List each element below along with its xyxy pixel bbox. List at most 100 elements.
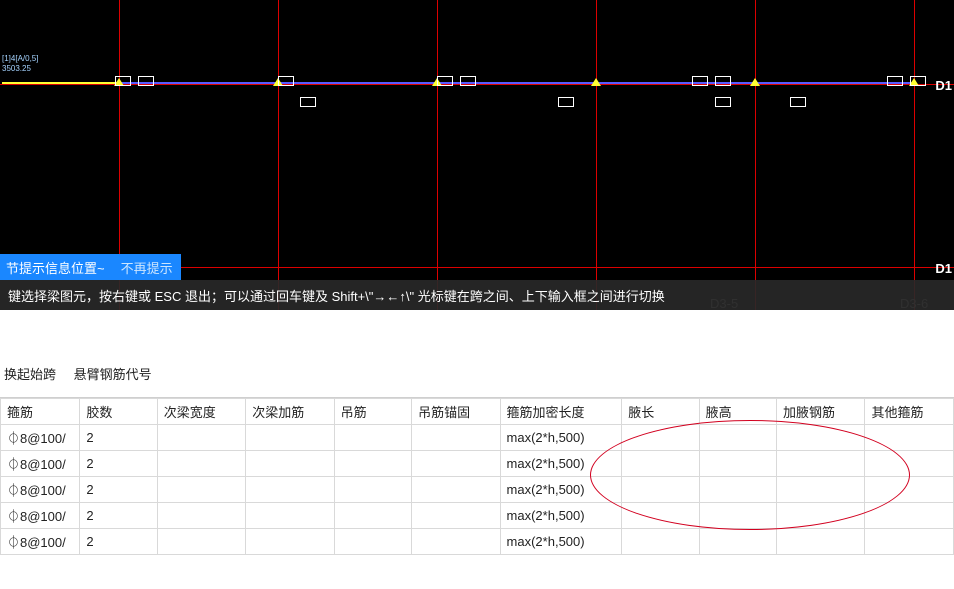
col-header[interactable]: 吊筋锚固 bbox=[412, 399, 500, 425]
cell[interactable] bbox=[622, 425, 699, 451]
cell[interactable]: 2 bbox=[80, 477, 157, 503]
bolt-icon bbox=[460, 76, 476, 86]
bolt-icon bbox=[715, 97, 731, 107]
cell[interactable] bbox=[777, 529, 865, 555]
bolt-icon bbox=[558, 97, 574, 107]
cell[interactable] bbox=[412, 425, 500, 451]
cell[interactable] bbox=[412, 451, 500, 477]
grid-vline bbox=[278, 0, 279, 310]
cell[interactable] bbox=[157, 477, 245, 503]
bolt-icon bbox=[887, 76, 903, 86]
bolt-icon bbox=[278, 76, 294, 86]
cell[interactable] bbox=[412, 477, 500, 503]
cad-canvas[interactable]: [1]4[A/0,5] 3503.25 D1 D1 节提示信息位置~ 不再提示 … bbox=[0, 0, 954, 310]
cell[interactable]: 2 bbox=[80, 425, 157, 451]
bolt-icon bbox=[138, 76, 154, 86]
cell[interactable] bbox=[865, 425, 954, 451]
cell[interactable]: max(2*h,500) bbox=[500, 451, 622, 477]
cell[interactable] bbox=[157, 451, 245, 477]
col-header[interactable]: 次梁宽度 bbox=[157, 399, 245, 425]
col-header[interactable]: 腋长 bbox=[622, 399, 699, 425]
bolt-icon bbox=[692, 76, 708, 86]
col-header[interactable]: 加腋钢筋 bbox=[777, 399, 865, 425]
tip-dismiss-link[interactable]: 不再提示 bbox=[121, 258, 173, 277]
cell[interactable]: max(2*h,500) bbox=[500, 529, 622, 555]
grid-vline bbox=[437, 0, 438, 310]
bolt-icon bbox=[715, 76, 731, 86]
cell[interactable] bbox=[699, 503, 776, 529]
anchor-triangle-icon bbox=[750, 78, 760, 86]
cell[interactable] bbox=[157, 503, 245, 529]
col-header[interactable]: 腋高 bbox=[699, 399, 776, 425]
cell[interactable] bbox=[865, 451, 954, 477]
col-header[interactable]: 胶数 bbox=[80, 399, 157, 425]
tab-row: 换起始跨 悬臂钢筋代号 bbox=[0, 360, 954, 387]
cell[interactable] bbox=[699, 451, 776, 477]
cell[interactable]: max(2*h,500) bbox=[500, 503, 622, 529]
cell[interactable] bbox=[334, 477, 411, 503]
node-label: [1]4[A/0,5] 3503.25 bbox=[2, 54, 38, 74]
cell[interactable] bbox=[412, 529, 500, 555]
table-row[interactable]: ⏀8@100/2 max(2*h,500) bbox=[1, 451, 954, 477]
col-header[interactable]: 箍筋 bbox=[1, 399, 80, 425]
grid-vline bbox=[914, 0, 915, 310]
cell[interactable] bbox=[246, 477, 334, 503]
cell[interactable]: 2 bbox=[80, 529, 157, 555]
axis-label-right-top: D1 bbox=[935, 78, 952, 93]
cell[interactable]: ⏀8@100/ bbox=[1, 451, 80, 477]
cell[interactable]: ⏀8@100/ bbox=[1, 477, 80, 503]
tip-text: 节提示信息位置~ bbox=[6, 258, 105, 277]
col-header[interactable]: 其他箍筋 bbox=[865, 399, 954, 425]
cell[interactable]: max(2*h,500) bbox=[500, 477, 622, 503]
grid-vline bbox=[596, 0, 597, 310]
cell[interactable] bbox=[777, 425, 865, 451]
cell[interactable] bbox=[777, 503, 865, 529]
col-header[interactable]: 次梁加筋 bbox=[246, 399, 334, 425]
cell[interactable] bbox=[699, 529, 776, 555]
cell[interactable] bbox=[622, 529, 699, 555]
bolt-icon bbox=[790, 97, 806, 107]
cell[interactable] bbox=[622, 451, 699, 477]
cell[interactable] bbox=[622, 477, 699, 503]
tab-cantilever-code[interactable]: 悬臂钢筋代号 bbox=[74, 367, 152, 382]
bolt-icon bbox=[910, 76, 926, 86]
table-row[interactable]: ⏀8@100/2 max(2*h,500) bbox=[1, 529, 954, 555]
bolt-icon bbox=[115, 76, 131, 86]
data-grid[interactable]: 箍筋胶数次梁宽度次梁加筋吊筋吊筋锚固箍筋加密长度腋长腋高加腋钢筋其他箍筋⏀8@1… bbox=[0, 397, 954, 555]
cell[interactable] bbox=[246, 425, 334, 451]
table-row[interactable]: ⏀8@100/2 max(2*h,500) bbox=[1, 477, 954, 503]
cell[interactable]: max(2*h,500) bbox=[500, 425, 622, 451]
beam-segment-blue[interactable] bbox=[119, 82, 914, 84]
cell[interactable] bbox=[334, 503, 411, 529]
cell[interactable] bbox=[157, 425, 245, 451]
tab-swap-start-span[interactable]: 换起始跨 bbox=[4, 367, 56, 382]
cell[interactable]: ⏀8@100/ bbox=[1, 529, 80, 555]
cell[interactable] bbox=[334, 451, 411, 477]
cell[interactable] bbox=[334, 529, 411, 555]
col-header[interactable]: 箍筋加密长度 bbox=[500, 399, 622, 425]
tip-bar: 节提示信息位置~ 不再提示 bbox=[0, 254, 181, 280]
beam-segment-yellow[interactable] bbox=[2, 82, 119, 84]
cell[interactable] bbox=[699, 425, 776, 451]
cell[interactable]: 2 bbox=[80, 451, 157, 477]
cell[interactable] bbox=[777, 451, 865, 477]
cell[interactable] bbox=[865, 503, 954, 529]
cell[interactable]: 2 bbox=[80, 503, 157, 529]
cell[interactable] bbox=[246, 451, 334, 477]
cell[interactable]: ⏀8@100/ bbox=[1, 503, 80, 529]
cell[interactable] bbox=[865, 477, 954, 503]
cell[interactable] bbox=[246, 503, 334, 529]
table-row[interactable]: ⏀8@100/2 max(2*h,500) bbox=[1, 503, 954, 529]
table-row[interactable]: ⏀8@100/2 max(2*h,500) bbox=[1, 425, 954, 451]
cell[interactable] bbox=[412, 503, 500, 529]
bolt-icon bbox=[437, 76, 453, 86]
cell[interactable] bbox=[334, 425, 411, 451]
cell[interactable]: ⏀8@100/ bbox=[1, 425, 80, 451]
cell[interactable] bbox=[622, 503, 699, 529]
cell[interactable] bbox=[865, 529, 954, 555]
cell[interactable] bbox=[699, 477, 776, 503]
cell[interactable] bbox=[246, 529, 334, 555]
cell[interactable] bbox=[777, 477, 865, 503]
col-header[interactable]: 吊筋 bbox=[334, 399, 411, 425]
cell[interactable] bbox=[157, 529, 245, 555]
